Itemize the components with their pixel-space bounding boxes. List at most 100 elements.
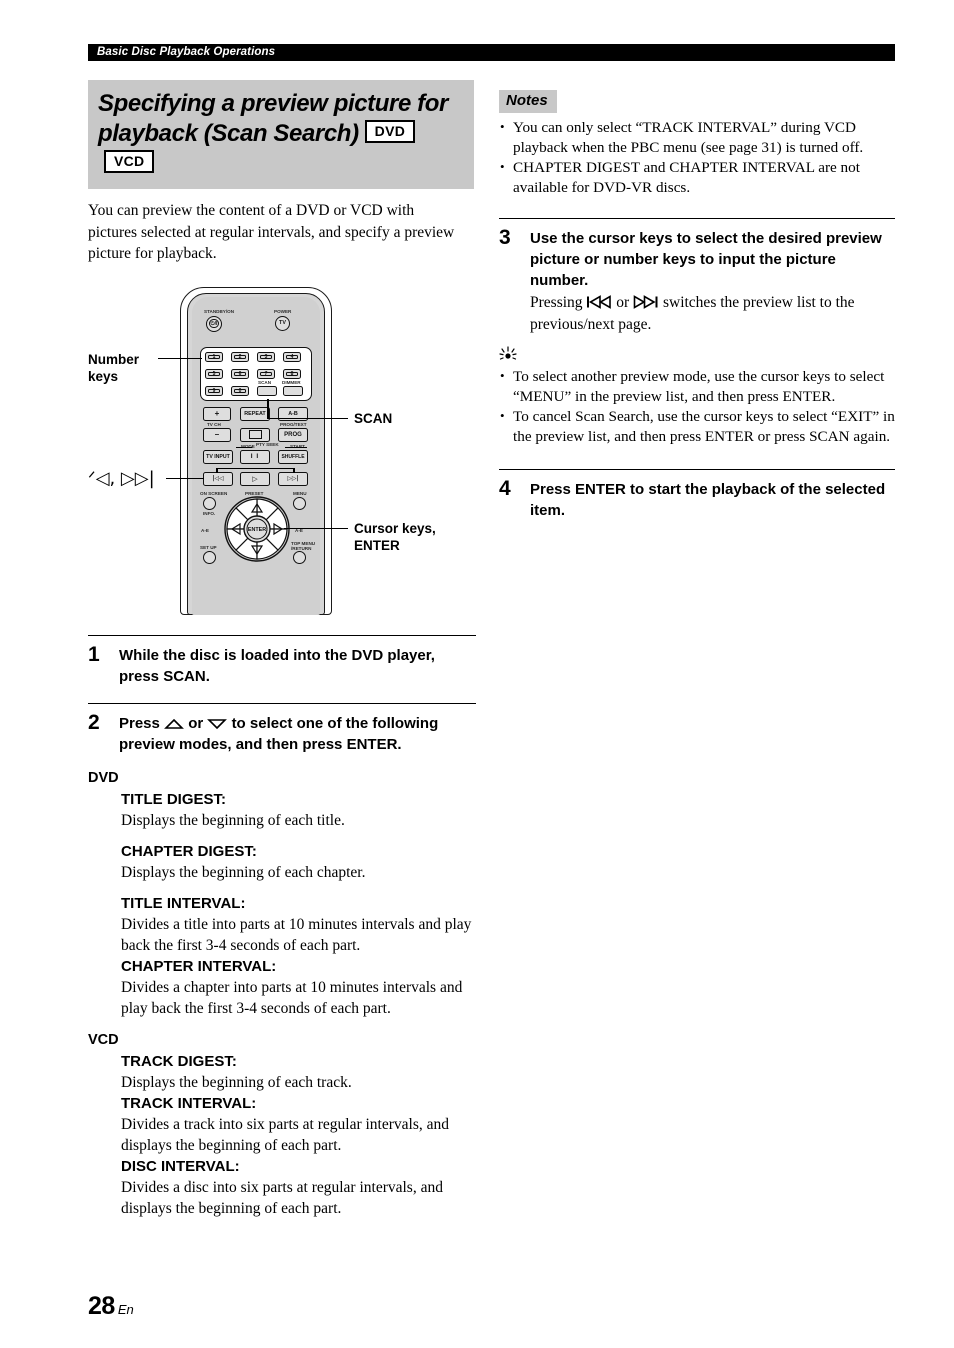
pause-button[interactable]: I I bbox=[240, 449, 270, 464]
skip-previous-icon bbox=[587, 295, 612, 309]
section-title-box: Specifying a preview picture for playbac… bbox=[88, 80, 474, 189]
page-number: 28 bbox=[88, 1292, 115, 1320]
badge-vcd: VCD bbox=[104, 150, 155, 173]
mode-text-title-interval: Divides a title into parts at 10 minutes… bbox=[121, 915, 472, 954]
start-rule bbox=[285, 446, 307, 448]
menu-button[interactable] bbox=[293, 496, 306, 510]
step-3-title: Use the cursor keys to select the desire… bbox=[530, 230, 882, 289]
number-key-7[interactable]: 7 bbox=[257, 368, 275, 379]
mode-name-disc-interval: DISC INTERVAL: bbox=[121, 1157, 240, 1175]
play-button[interactable]: ▷ bbox=[240, 471, 270, 486]
tips-list: To select another preview mode, use the … bbox=[499, 366, 895, 446]
page-language: En bbox=[117, 1302, 134, 1317]
number-key-5[interactable]: 5 bbox=[205, 368, 223, 379]
tip-item-2: To cancel Scan Search, use the cursor ke… bbox=[499, 406, 895, 446]
number-key-0[interactable]: 0 bbox=[231, 385, 249, 396]
stop-icon bbox=[248, 430, 262, 439]
mode-text-track-interval: Divides a track into six parts at regula… bbox=[121, 1115, 449, 1154]
step-3-number: 3 bbox=[499, 226, 511, 249]
tip-icon bbox=[499, 346, 895, 365]
cursor-pad[interactable]: ENTER bbox=[224, 491, 290, 567]
right-column: Notes You can only select “TRACK INTERVA… bbox=[499, 90, 895, 521]
number-key-3[interactable]: 3 bbox=[257, 351, 275, 362]
prog-button[interactable]: PROG bbox=[278, 427, 308, 442]
step-2-number: 2 bbox=[88, 710, 100, 734]
shuffle-button[interactable]: SHUFFLE bbox=[278, 449, 308, 464]
ae-left-label: A-E bbox=[201, 527, 209, 533]
remote-control-figure: STANDBY/ON ⏻/I POWER TV 1 2 3 4 5 6 7 8 … bbox=[88, 279, 476, 619]
badge-dvd: DVD bbox=[364, 120, 416, 143]
note-item-1: You can only select “TRACK INTERVAL” dur… bbox=[499, 117, 895, 157]
scan-button-label: SCAN bbox=[258, 379, 272, 385]
mode-text-disc-interval: Divides a disc into six parts at regular… bbox=[121, 1178, 443, 1217]
running-header: Basic Disc Playback Operations bbox=[88, 44, 895, 61]
step-3-desc-pre: Pressing bbox=[530, 294, 583, 311]
mode-name-track-digest: TRACK DIGEST: bbox=[121, 1052, 237, 1070]
page-title-line2: playback (Scan Search) bbox=[98, 120, 359, 147]
power-label: POWER bbox=[274, 308, 292, 314]
page-footer: 28 En bbox=[88, 1292, 134, 1321]
notes-tag: Notes bbox=[499, 90, 557, 113]
notes-block: Notes You can only select “TRACK INTERVA… bbox=[499, 90, 895, 197]
step-1: 1 While the disc is loaded into the DVD … bbox=[88, 634, 476, 687]
step-2-title: Press or to select one of the following … bbox=[119, 713, 476, 755]
mode-text-title-digest: Displays the beginning of each title. bbox=[121, 811, 345, 829]
manual-page: Basic Disc Playback Operations Specifyin… bbox=[0, 0, 954, 1348]
skip-bracket-left bbox=[216, 467, 218, 473]
on-screen-button[interactable] bbox=[203, 496, 216, 510]
mode-disc-vcd: VCD bbox=[88, 1031, 119, 1048]
mode-name-title-digest: TITLE DIGEST: bbox=[121, 790, 226, 808]
tv-input-button[interactable]: TV INPUT bbox=[203, 449, 233, 464]
setup-button[interactable] bbox=[203, 550, 216, 564]
top-menu-label-2: /RETURN bbox=[291, 545, 312, 551]
number-key-1[interactable]: 1 bbox=[205, 351, 223, 362]
top-menu-return-button[interactable] bbox=[293, 550, 306, 564]
scan-button[interactable] bbox=[257, 385, 277, 396]
number-key-4[interactable]: 4 bbox=[283, 351, 301, 362]
step-4-title: Press ENTER to start the playback of the… bbox=[530, 481, 886, 519]
skip-next-icon bbox=[633, 295, 658, 309]
power-tv-button[interactable]: TV bbox=[275, 315, 290, 331]
step-3-desc: Pressing or switches the preview list to… bbox=[530, 292, 895, 335]
mode-name-chapter-digest: CHAPTER DIGEST: bbox=[121, 842, 257, 860]
stop-button[interactable] bbox=[240, 427, 270, 442]
callout-cursor-keys: Cursor keys, ENTER bbox=[354, 520, 436, 553]
skip-bracket-top bbox=[216, 467, 294, 470]
skip-previous-button[interactable]: |◁◁ bbox=[203, 471, 233, 486]
mode-name-chapter-interval: CHAPTER INTERVAL: bbox=[121, 957, 277, 975]
skip-next-button[interactable]: ▷▷| bbox=[278, 471, 308, 486]
number-key-2[interactable]: 2 bbox=[231, 351, 249, 362]
prog-text-label: PROG/TEXT bbox=[280, 421, 307, 427]
number-key-9[interactable]: 9 bbox=[205, 385, 223, 396]
step-2-title-mid: or bbox=[188, 714, 204, 732]
dimmer-button[interactable] bbox=[283, 385, 303, 396]
mode-text-track-digest: Displays the beginning of each track. bbox=[121, 1073, 352, 1091]
step-1-title: While the disc is loaded into the DVD pl… bbox=[119, 646, 435, 685]
skip-bracket-right bbox=[293, 467, 295, 473]
svg-text:ENTER: ENTER bbox=[248, 527, 266, 533]
menu-label: MENU bbox=[293, 490, 307, 496]
callout-number-keys: Number keys bbox=[88, 351, 140, 384]
dimmer-button-label: DIMMER bbox=[282, 379, 301, 385]
repeat-button[interactable]: REPEAT bbox=[240, 406, 270, 421]
number-key-6[interactable]: 6 bbox=[231, 368, 249, 379]
callout-scan: SCAN bbox=[354, 410, 393, 426]
cursor-down-icon bbox=[207, 718, 228, 729]
tip-item-1: To select another preview mode, use the … bbox=[499, 366, 895, 406]
pty-seek-label: PTY SEEK bbox=[256, 441, 279, 447]
step-2-title-pre: Press bbox=[119, 714, 160, 732]
tv-ch-plus-button[interactable]: + bbox=[203, 406, 231, 421]
mode-rule bbox=[236, 446, 252, 448]
note-item-2: CHAPTER DIGEST and CHAPTER INTERVAL are … bbox=[499, 157, 895, 197]
mode-name-track-interval: TRACK INTERVAL: bbox=[121, 1094, 257, 1112]
callout-skip-keys: ᐟ◁, ▷▷| bbox=[88, 467, 155, 489]
step-4: 4 Press ENTER to start the playback of t… bbox=[499, 469, 895, 521]
section-intro: You can preview the content of a DVD or … bbox=[88, 202, 455, 262]
standby-on-button[interactable]: ⏻/I bbox=[206, 315, 222, 332]
mode-group-vcd: VCD TRACK DIGEST: Displays the beginning… bbox=[88, 1031, 476, 1219]
number-key-8[interactable]: 8 bbox=[283, 368, 301, 379]
tv-ch-minus-button[interactable]: – bbox=[203, 427, 231, 442]
mode-group-dvd: DVD TITLE DIGEST: Displays the beginning… bbox=[88, 769, 476, 1019]
left-column: Specifying a preview picture for playbac… bbox=[88, 80, 476, 1219]
callout-line-number-keys bbox=[158, 357, 202, 360]
